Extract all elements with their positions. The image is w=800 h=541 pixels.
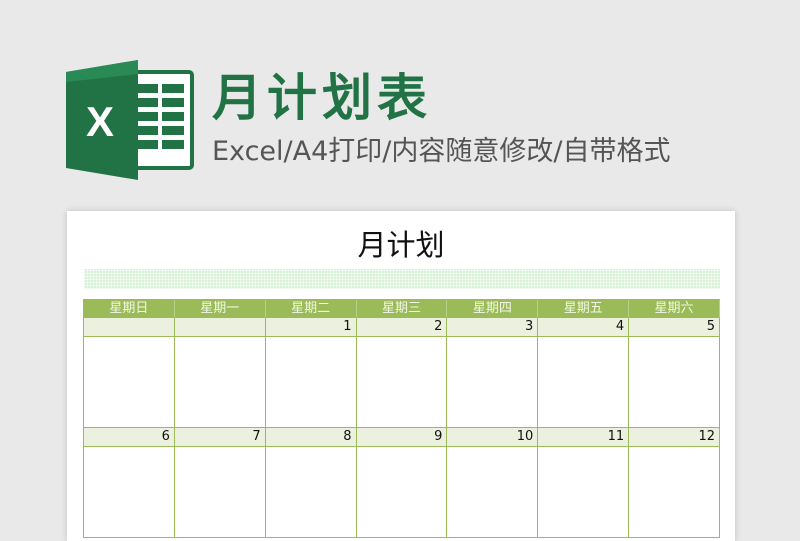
date-cell[interactable]: 3	[447, 318, 539, 337]
plan-cell[interactable]	[447, 337, 539, 428]
sheet-title: 月计划	[357, 228, 445, 262]
plan-cell[interactable]	[356, 447, 448, 538]
plan-cell[interactable]	[538, 337, 630, 428]
date-cell[interactable]: 6	[84, 428, 175, 447]
weekday-header: 星期四	[447, 300, 539, 318]
plan-cell[interactable]	[538, 447, 630, 538]
weekday-header: 星期五	[538, 300, 630, 318]
date-cell[interactable]: 4	[538, 318, 630, 337]
weekday-header: 星期二	[265, 300, 357, 318]
plan-cell[interactable]	[447, 447, 539, 538]
weekday-header: 星期六	[629, 300, 720, 318]
date-cell[interactable]	[84, 318, 175, 337]
plan-cell[interactable]	[174, 447, 266, 538]
date-cell[interactable]: 12	[629, 428, 720, 447]
date-cell[interactable]: 5	[629, 318, 720, 337]
date-cell[interactable]	[174, 318, 266, 337]
date-cell[interactable]: 11	[538, 428, 630, 447]
date-cell[interactable]: 7	[174, 428, 266, 447]
date-cell[interactable]: 10	[447, 428, 539, 447]
plan-cell[interactable]	[629, 337, 720, 428]
page-subtitle: Excel/A4打印/内容随意修改/自带格式	[212, 136, 671, 167]
excel-icon: X	[66, 60, 194, 180]
weekday-header: 星期日	[84, 300, 175, 318]
plan-cell[interactable]	[265, 337, 357, 428]
plan-cell[interactable]	[174, 337, 266, 428]
weekday-header: 星期三	[356, 300, 448, 318]
weekday-header: 星期一	[174, 300, 266, 318]
plan-cell[interactable]	[356, 337, 448, 428]
page-title: 月计划表	[212, 69, 432, 127]
calendar-sheet: 月计划 星期日 星期一 星期二 星期三 星期四 星期五 星期六 1 2 3 4 …	[67, 211, 735, 541]
plan-cell[interactable]	[265, 447, 357, 538]
date-cell[interactable]: 2	[356, 318, 448, 337]
notes-band[interactable]	[84, 269, 720, 289]
calendar-grid: 星期日 星期一 星期二 星期三 星期四 星期五 星期六 1 2 3 4 5 6 …	[83, 299, 720, 538]
plan-cell[interactable]	[84, 337, 175, 428]
date-cell[interactable]: 9	[356, 428, 448, 447]
date-cell[interactable]: 8	[265, 428, 357, 447]
plan-cell[interactable]	[629, 447, 720, 538]
plan-cell[interactable]	[84, 447, 175, 538]
date-cell[interactable]: 1	[265, 318, 357, 337]
logo-letter: X	[86, 98, 114, 145]
